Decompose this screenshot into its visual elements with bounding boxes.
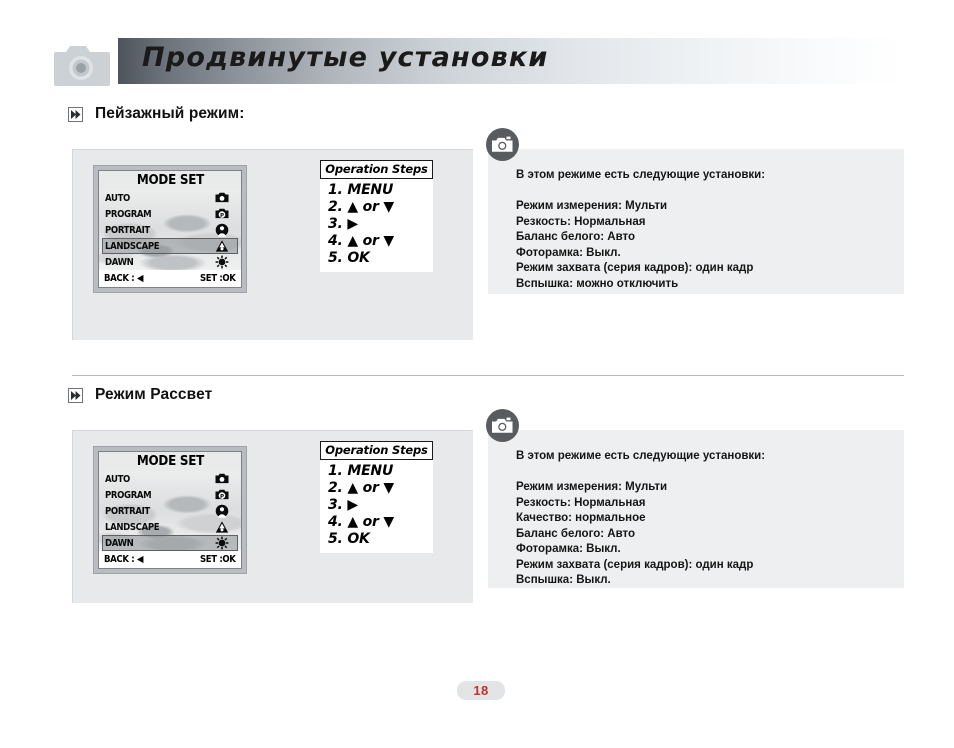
- lcd-bottom-bar: BACK : ◀ SET :OK: [99, 551, 241, 568]
- lcd-mode-list: AUTO PROGRAM P PORTRAIT LANDSCAPE DAWN: [99, 471, 241, 551]
- operation-step: 2. ▲ or ▼: [328, 480, 394, 496]
- setting-item: Режим захвата (серия кадров): один кадр: [516, 558, 754, 571]
- lcd-row-dawn[interactable]: DAWN: [99, 535, 241, 551]
- lcd-set-label: SET :OK: [200, 554, 236, 565]
- section-title: Режим Рассвет: [95, 386, 213, 403]
- mode-settings-panel: В этом режиме есть следующие установки: …: [488, 149, 904, 294]
- lcd-row-program[interactable]: PROGRAM P: [99, 487, 241, 503]
- operation-step: 1. MENU: [328, 182, 394, 198]
- lcd-panel: MODE SET AUTO PROGRAM P PORTRAIT LANDSCA…: [72, 149, 473, 340]
- operation-steps-heading: Operation Steps: [320, 441, 433, 460]
- mountain-icon: [215, 239, 229, 253]
- lcd-row-label: PROGRAM: [105, 208, 152, 220]
- lcd-set-label: SET :OK: [200, 273, 236, 284]
- camera-icon: [52, 40, 110, 88]
- page-title: Продвинутые установки: [142, 42, 549, 73]
- operation-step: 1. MENU: [328, 463, 394, 479]
- mountain-icon: [215, 520, 229, 534]
- page-number-badge: 18: [457, 681, 505, 700]
- section-divider: [72, 375, 904, 376]
- svg-text:P: P: [220, 213, 224, 219]
- page-header: Продвинутые установки: [0, 0, 954, 110]
- lcd-back-label: BACK : ◀: [104, 273, 144, 284]
- mode-settings-panel: В этом режиме есть следующие установки: …: [488, 430, 904, 588]
- lcd-mode-list: AUTO PROGRAM P PORTRAIT LANDSCAPE DAWN: [99, 190, 241, 270]
- lcd-row-label: DAWN: [105, 537, 134, 549]
- section-heading-landscape: Пейзажный режим:: [68, 105, 244, 123]
- setting-item: Фоторамка: Выкл.: [516, 246, 621, 259]
- operation-steps-box: Operation Steps 1. MENU 2. ▲ or ▼ 3. ▶ 4…: [320, 160, 433, 272]
- sun-icon: [215, 536, 229, 550]
- operation-step: 3. ▶: [328, 497, 358, 513]
- mode-settings-text: В этом режиме есть следующие установки: …: [516, 169, 765, 292]
- operation-steps-heading: Operation Steps: [320, 160, 433, 179]
- setting-item: Режим захвата (серия кадров): один кадр: [516, 262, 754, 274]
- setting-item: Резкость: Нормальная: [516, 215, 646, 228]
- setting-item: Режим измерения: Мульти: [516, 481, 668, 493]
- setting-item: Вспышка: можно отключить: [516, 277, 679, 290]
- camera-auto-icon: [215, 472, 229, 486]
- operation-steps-list: 1. MENU 2. ▲ or ▼ 3. ▶ 4. ▲ or ▼ 5. OK: [320, 179, 433, 272]
- circle-camera-icon: [486, 128, 519, 161]
- double-chevron-icon: [68, 106, 83, 122]
- lcd-row-label: LANDSCAPE: [105, 240, 160, 252]
- operation-step: 2. ▲ or ▼: [328, 199, 394, 215]
- camera-program-icon: P: [215, 207, 229, 221]
- lcd-row-program[interactable]: PROGRAM P: [99, 206, 241, 222]
- lcd-screen-mockup: MODE SET AUTO PROGRAM P PORTRAIT LANDSCA…: [94, 166, 246, 292]
- setting-item: Баланс белого: Авто: [516, 231, 635, 243]
- lcd-row-landscape[interactable]: LANDSCAPE: [99, 238, 241, 254]
- settings-lead: В этом режиме есть следующие установки:: [516, 450, 766, 462]
- lcd-row-label: AUTO: [105, 473, 130, 485]
- setting-item: Баланс белого: Авто: [516, 527, 635, 540]
- lcd-title: MODE SET: [136, 454, 204, 469]
- lcd-panel: MODE SET AUTO PROGRAM P PORTRAIT LANDSCA…: [72, 430, 473, 603]
- lcd-row-dawn[interactable]: DAWN: [99, 254, 241, 270]
- camera-auto-icon: [215, 191, 229, 205]
- portrait-head-icon: [215, 223, 229, 237]
- lcd-row-label: PORTRAIT: [105, 224, 150, 236]
- operation-step: 5. OK: [328, 531, 370, 547]
- setting-item: Фоторамка: Выкл.: [516, 543, 621, 555]
- mode-settings-text: В этом режиме есть следующие установки: …: [516, 450, 765, 589]
- page-number: 18: [473, 683, 489, 698]
- portrait-head-icon: [215, 504, 229, 518]
- lcd-bottom-bar: BACK : ◀ SET :OK: [99, 270, 241, 287]
- lcd-row-label: DAWN: [105, 256, 134, 268]
- setting-item: Вспышка: Выкл.: [516, 574, 611, 586]
- lcd-row-auto[interactable]: AUTO: [99, 471, 241, 487]
- setting-item: Качество: нормальное: [516, 512, 646, 524]
- lcd-back-label: BACK : ◀: [104, 554, 144, 565]
- circle-camera-icon: [486, 409, 519, 442]
- settings-lead: В этом режиме есть следующие установки:: [516, 169, 766, 181]
- lcd-row-landscape[interactable]: LANDSCAPE: [99, 519, 241, 535]
- lcd-row-portrait[interactable]: PORTRAIT: [99, 503, 241, 519]
- lcd-title-band: MODE SET: [99, 171, 241, 190]
- lcd-row-label: PROGRAM: [105, 489, 152, 501]
- lcd-screen-mockup: MODE SET AUTO PROGRAM P PORTRAIT LANDSCA…: [94, 447, 246, 573]
- operation-steps-box: Operation Steps 1. MENU 2. ▲ or ▼ 3. ▶ 4…: [320, 441, 433, 553]
- lcd-title: MODE SET: [136, 173, 204, 188]
- svg-text:P: P: [220, 494, 224, 500]
- lcd-row-auto[interactable]: AUTO: [99, 190, 241, 206]
- setting-item: Резкость: Нормальная: [516, 496, 646, 509]
- operation-step: 3. ▶: [328, 216, 358, 232]
- section-title: Пейзажный режим:: [95, 105, 245, 122]
- lcd-row-label: AUTO: [105, 192, 130, 204]
- operation-step: 4. ▲ or ▼: [328, 514, 394, 530]
- section-heading-dawn: Режим Рассвет: [68, 386, 212, 404]
- operation-step: 5. OK: [328, 250, 370, 266]
- lcd-row-portrait[interactable]: PORTRAIT: [99, 222, 241, 238]
- setting-item: Режим измерения: Мульти: [516, 200, 668, 212]
- operation-steps-list: 1. MENU 2. ▲ or ▼ 3. ▶ 4. ▲ or ▼ 5. OK: [320, 460, 433, 553]
- lcd-row-label: LANDSCAPE: [105, 521, 160, 533]
- camera-program-icon: P: [215, 488, 229, 502]
- lcd-title-band: MODE SET: [99, 452, 241, 471]
- sun-icon: [215, 255, 229, 269]
- lcd-row-label: PORTRAIT: [105, 505, 150, 517]
- double-chevron-icon: [68, 387, 83, 403]
- operation-step: 4. ▲ or ▼: [328, 233, 394, 249]
- header-banner: Продвинутые установки: [118, 38, 904, 84]
